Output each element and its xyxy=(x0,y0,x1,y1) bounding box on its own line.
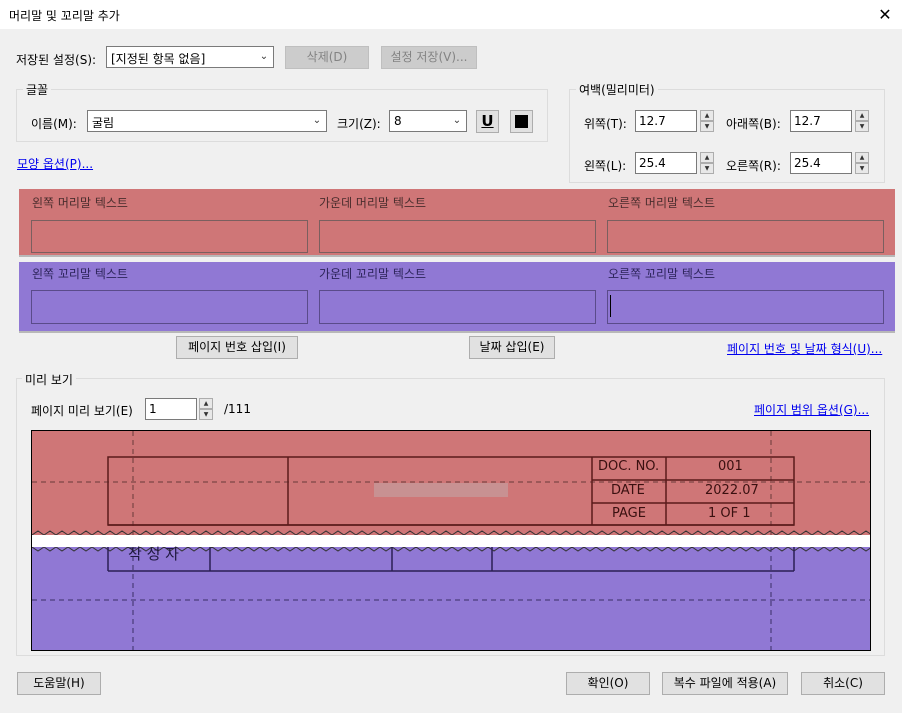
underline-icon: U xyxy=(481,112,494,130)
right-header-input[interactable] xyxy=(607,220,884,253)
saved-settings-select[interactable]: [지정된 항목 없음] ⌄ xyxy=(106,46,274,68)
margin-left-spinner[interactable]: ▲ ▼ xyxy=(700,152,714,174)
author-text: 작 성 자 xyxy=(128,545,179,563)
underline-button[interactable]: U xyxy=(476,110,499,133)
margin-top-label: 위쪽(T): xyxy=(584,117,627,131)
date-label: DATE xyxy=(611,483,645,498)
font-name-label: 이름(M): xyxy=(31,117,77,131)
arrow-down-icon[interactable]: ▼ xyxy=(700,121,714,132)
margin-bottom-label: 아래쪽(B): xyxy=(726,117,781,131)
margin-right-spinner[interactable]: ▲ ▼ xyxy=(855,152,869,174)
delete-button[interactable]: 삭제(D) xyxy=(285,46,369,69)
right-header-label: 오른쪽 머리말 텍스트 xyxy=(608,196,715,210)
saved-settings-label: 저장된 설정(S): xyxy=(16,53,97,67)
font-size-value: 8 xyxy=(394,114,402,128)
right-footer-input[interactable] xyxy=(607,290,884,324)
arrow-up-icon[interactable]: ▲ xyxy=(700,152,714,163)
appearance-options-link[interactable]: 모양 옵션(P)... xyxy=(17,155,93,172)
font-color-button[interactable] xyxy=(510,110,533,133)
title-bar: 머리말 및 꼬리말 추가 ✕ xyxy=(0,0,902,30)
chevron-down-icon: ⌄ xyxy=(312,115,322,126)
preview-canvas xyxy=(32,431,870,650)
margin-left-field[interactable]: 25.4 xyxy=(635,152,697,174)
margin-left-value: 25.4 xyxy=(639,156,666,170)
chevron-down-icon: ⌄ xyxy=(452,115,462,126)
insert-page-number-button[interactable]: 페이지 번호 삽입(I) xyxy=(176,336,298,359)
font-size-select[interactable]: 8 ⌄ xyxy=(389,110,467,132)
header-text-band: 왼쪽 머리말 텍스트 가운데 머리말 텍스트 오른쪽 머리말 텍스트 xyxy=(19,189,895,257)
doc-no-label: DOC. NO. xyxy=(598,459,660,474)
arrow-up-icon[interactable]: ▲ xyxy=(855,110,869,121)
preview-page-value: 1 xyxy=(149,402,157,416)
arrow-up-icon[interactable]: ▲ xyxy=(855,152,869,163)
margin-bottom-field[interactable]: 12.7 xyxy=(790,110,852,132)
margin-top-field[interactable]: 12.7 xyxy=(635,110,697,132)
font-name-select[interactable]: 굴림 ⌄ xyxy=(87,110,327,132)
margin-left-label: 왼쪽(L): xyxy=(584,159,627,173)
chevron-down-icon: ⌄ xyxy=(259,51,269,62)
margin-bottom-spinner[interactable]: ▲ ▼ xyxy=(855,110,869,132)
margin-bottom-value: 12.7 xyxy=(794,114,821,128)
page-value: 1 OF 1 xyxy=(708,506,751,521)
margin-top-value: 12.7 xyxy=(639,114,666,128)
preview-page: DOC. NO. 001 DATE 2022.07 PAGE 1 OF 1 작 … xyxy=(31,430,871,651)
footer-text-band: 왼쪽 꼬리말 텍스트 가운데 꼬리말 텍스트 오른쪽 꼬리말 텍스트 xyxy=(19,262,895,333)
margin-right-field[interactable]: 25.4 xyxy=(790,152,852,174)
left-header-input[interactable] xyxy=(31,220,308,253)
font-group-label: 글꼴 xyxy=(23,81,52,98)
margin-right-value: 25.4 xyxy=(794,156,821,170)
arrow-down-icon[interactable]: ▼ xyxy=(199,409,213,420)
apply-multiple-files-button[interactable]: 복수 파일에 적용(A) xyxy=(662,672,788,695)
arrow-down-icon[interactable]: ▼ xyxy=(855,121,869,132)
save-settings-button[interactable]: 설정 저장(V)... xyxy=(381,46,477,69)
arrow-up-icon[interactable]: ▲ xyxy=(700,110,714,121)
arrow-down-icon[interactable]: ▼ xyxy=(855,163,869,174)
font-name-value: 굴림 xyxy=(92,116,115,130)
left-header-label: 왼쪽 머리말 텍스트 xyxy=(32,196,128,210)
margin-top-spinner[interactable]: ▲ ▼ xyxy=(700,110,714,132)
center-footer-input[interactable] xyxy=(319,290,596,324)
window-title: 머리말 및 꼬리말 추가 xyxy=(9,9,120,23)
left-footer-label: 왼쪽 꼬리말 텍스트 xyxy=(32,267,128,281)
preview-page-label: 페이지 미리 보기(E) xyxy=(31,404,133,418)
help-button[interactable]: 도움말(H) xyxy=(17,672,101,695)
saved-settings-value: [지정된 항목 없음] xyxy=(111,52,206,66)
page-label: PAGE xyxy=(612,506,646,521)
ok-button[interactable]: 확인(O) xyxy=(566,672,650,695)
insert-date-button[interactable]: 날짜 삽입(E) xyxy=(469,336,555,359)
center-header-label: 가운데 머리말 텍스트 xyxy=(319,196,426,210)
font-size-label: 크기(Z): xyxy=(337,117,381,131)
preview-page-spinner[interactable]: ▲ ▼ xyxy=(199,398,213,420)
text-cursor xyxy=(610,295,611,317)
color-swatch-icon xyxy=(515,115,528,128)
close-icon[interactable]: ✕ xyxy=(872,3,898,27)
cancel-button[interactable]: 취소(C) xyxy=(801,672,885,695)
left-footer-input[interactable] xyxy=(31,290,308,324)
date-value: 2022.07 xyxy=(705,483,759,498)
arrow-down-icon[interactable]: ▼ xyxy=(700,163,714,174)
margins-group-label: 여백(밀리미터) xyxy=(576,81,658,98)
preview-page-total: /111 xyxy=(224,402,251,416)
center-header-input[interactable] xyxy=(319,220,596,253)
center-footer-label: 가운데 꼬리말 텍스트 xyxy=(319,267,426,281)
arrow-up-icon[interactable]: ▲ xyxy=(199,398,213,409)
page-number-date-format-link[interactable]: 페이지 번호 및 날짜 형식(U)... xyxy=(727,340,882,357)
margin-right-label: 오른쪽(R): xyxy=(726,159,781,173)
right-footer-label: 오른쪽 꼬리말 텍스트 xyxy=(608,267,715,281)
blurred-title xyxy=(374,483,508,497)
preview-group-label: 미리 보기 xyxy=(22,371,76,388)
doc-no-value: 001 xyxy=(718,459,743,474)
preview-page-field[interactable]: 1 xyxy=(145,398,197,420)
page-range-options-link[interactable]: 페이지 범위 옵션(G)... xyxy=(754,401,869,418)
